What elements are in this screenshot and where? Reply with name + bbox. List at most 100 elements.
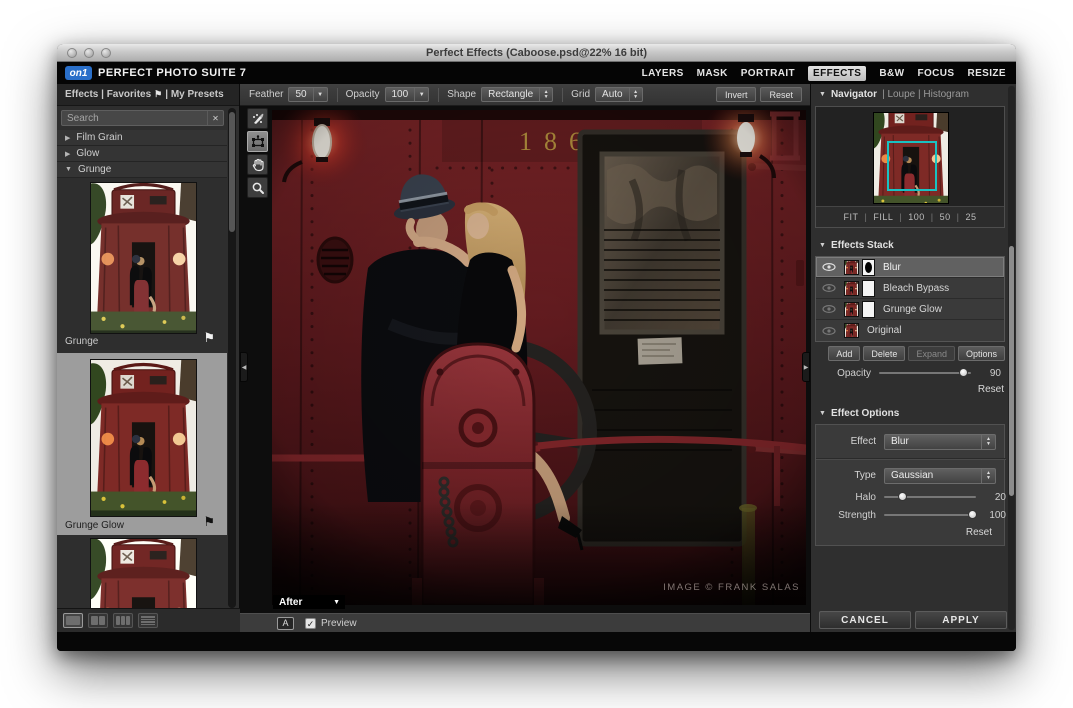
layer-mask-thumbnail[interactable] xyxy=(862,259,875,276)
shape-dropdown[interactable]: Rectangle ▲▼ xyxy=(481,87,553,102)
visibility-eye-icon[interactable] xyxy=(822,284,836,292)
navigator-alt-tabs[interactable]: | Loupe | Histogram xyxy=(882,89,969,100)
search-box[interactable]: ✕ xyxy=(61,110,224,126)
slider-thumb[interactable] xyxy=(959,368,968,377)
navigator-thumbnail[interactable] xyxy=(873,112,949,204)
collapse-right-panel-handle[interactable]: ▶ xyxy=(802,352,810,382)
stack-layer-grunge-glow[interactable]: Grunge Glow xyxy=(816,299,1004,320)
preset-thumbnail[interactable] xyxy=(90,182,197,334)
module-tab-resize[interactable]: RESIZE xyxy=(967,68,1006,79)
view-mode-three-column-icon[interactable] xyxy=(113,613,133,628)
zoom-fill[interactable]: FILL xyxy=(873,212,893,222)
zoom-100[interactable]: 100 xyxy=(908,212,925,222)
cancel-button[interactable]: CANCEL xyxy=(819,611,911,629)
zoom-tool[interactable] xyxy=(247,177,268,198)
preview-mode-dropdown[interactable]: After ▼ xyxy=(273,595,345,609)
feather-dropdown[interactable]: 50 ▼ xyxy=(288,87,327,102)
flag-icon[interactable]: ⚑ xyxy=(203,330,215,346)
layer-mask-thumbnail[interactable] xyxy=(862,280,875,297)
hand-icon xyxy=(251,158,265,172)
strength-slider[interactable] xyxy=(884,514,976,516)
apply-button[interactable]: APPLY xyxy=(915,611,1007,629)
navigator-title[interactable]: Navigator xyxy=(831,89,877,100)
collapse-left-panel-handle[interactable]: ◀ xyxy=(240,352,248,382)
preset-partial[interactable] xyxy=(57,536,227,608)
delete-effect-button[interactable]: Delete xyxy=(863,346,905,361)
view-mode-list-icon[interactable] xyxy=(138,613,158,628)
masking-bug-tool[interactable] xyxy=(247,131,268,152)
module-tab-focus[interactable]: FOCUS xyxy=(917,68,954,79)
stack-layer-bleach-bypass[interactable]: Bleach Bypass xyxy=(816,278,1004,299)
zoom-50[interactable]: 50 xyxy=(940,212,951,222)
zoom-fit[interactable]: FIT xyxy=(844,212,859,222)
photographer-watermark: IMAGE © FRANK SALAS xyxy=(663,582,800,593)
presets-tabstrip[interactable]: Effects | Favorites ⚑ | My Presets xyxy=(57,84,239,106)
scrollbar-thumb[interactable] xyxy=(229,112,235,232)
effect-dropdown[interactable]: Blur ▲▼ xyxy=(884,434,996,450)
preset-grunge[interactable]: Grunge ⚑ xyxy=(57,178,227,350)
halo-row: Halo 20 xyxy=(816,490,1006,504)
expand-effect-button[interactable]: Expand xyxy=(908,346,955,361)
type-dropdown[interactable]: Gaussian ▲▼ xyxy=(884,468,996,484)
invert-button[interactable]: Invert xyxy=(716,87,757,102)
preset-grunge-glow[interactable]: Grunge Glow ⚑ xyxy=(57,353,227,535)
compare-button[interactable]: A xyxy=(277,617,294,630)
opacity-slider[interactable] xyxy=(879,372,971,374)
main-photo[interactable]: 1869 xyxy=(272,110,806,605)
slider-thumb[interactable] xyxy=(898,492,907,501)
visibility-eye-icon[interactable] xyxy=(822,263,836,271)
halo-slider[interactable] xyxy=(884,496,976,498)
add-effect-button[interactable]: Add xyxy=(828,346,860,361)
preview-checkbox[interactable]: ✓ xyxy=(305,618,316,629)
clear-search-icon[interactable]: ✕ xyxy=(207,111,223,125)
options-reset-link[interactable]: Reset xyxy=(966,527,992,538)
effects-stack-header[interactable]: ▼ Effects Stack xyxy=(819,240,894,251)
category-grunge[interactable]: ▼ Grunge xyxy=(57,162,227,178)
grid-dropdown[interactable]: Auto ▲▼ xyxy=(595,87,643,102)
category-film-grain[interactable]: ▶ Film Grain xyxy=(57,130,227,146)
stack-layer-blur[interactable]: Blur xyxy=(816,257,1004,278)
control-panel: ▼ Navigator | Loupe | Histogram FIT | FI… xyxy=(810,84,1016,632)
scrollbar-thumb[interactable] xyxy=(1009,246,1014,496)
visibility-eye-icon[interactable] xyxy=(822,305,836,313)
pan-tool[interactable] xyxy=(247,154,268,175)
chevron-down-icon: ▼ xyxy=(819,91,826,98)
module-tab-portrait[interactable]: PORTRAIT xyxy=(741,68,795,79)
effect-value: Blur xyxy=(885,436,981,447)
effect-options-header[interactable]: ▼ Effect Options xyxy=(819,408,899,419)
tab-effects-favorites[interactable]: Effects | Favorites xyxy=(65,89,151,100)
zoom-25[interactable]: 25 xyxy=(965,212,976,222)
stack-layer-original[interactable]: Original xyxy=(816,320,1004,341)
module-tab-layers[interactable]: LAYERS xyxy=(642,68,684,79)
reset-mask-button[interactable]: Reset xyxy=(760,87,802,102)
navigator-header[interactable]: ▼ Navigator | Loupe | Histogram xyxy=(819,89,969,100)
navigator-viewport-rect[interactable] xyxy=(887,141,937,191)
module-tab-effects[interactable]: EFFECTS xyxy=(808,66,866,81)
options-effect-button[interactable]: Options xyxy=(958,346,1005,361)
sidebar-scrollbar[interactable] xyxy=(228,108,236,608)
module-tab-mask[interactable]: MASK xyxy=(697,68,728,79)
preset-thumbnail[interactable] xyxy=(90,538,197,608)
stepper-icon: ▲▼ xyxy=(981,469,995,483)
masking-brush-tool[interactable] xyxy=(247,108,268,129)
content-area: Effects | Favorites ⚑ | My Presets ✕ ▶ F… xyxy=(57,84,1016,632)
view-mode-two-column-icon[interactable] xyxy=(88,613,108,628)
module-tab-bw[interactable]: B&W xyxy=(879,68,904,79)
slider-thumb[interactable] xyxy=(968,510,977,519)
opacity-dropdown[interactable]: 100 ▼ xyxy=(385,87,430,102)
image-canvas[interactable]: 1869 xyxy=(240,106,810,613)
layer-mask-thumbnail[interactable] xyxy=(862,301,875,318)
stack-reset-link[interactable]: Reset xyxy=(978,384,1004,395)
grid-value: Auto xyxy=(596,89,629,100)
search-input[interactable] xyxy=(62,113,207,124)
category-glow[interactable]: ▶ Glow xyxy=(57,146,227,162)
type-value: Gaussian xyxy=(885,470,981,481)
preset-thumbnail[interactable] xyxy=(90,359,197,517)
visibility-eye-icon[interactable] xyxy=(822,327,836,335)
tab-my-presets[interactable]: | My Presets xyxy=(165,89,223,100)
view-mode-single-icon[interactable] xyxy=(63,613,83,628)
flag-icon[interactable]: ⚑ xyxy=(203,514,215,530)
panel-scrollbar[interactable] xyxy=(1008,86,1015,630)
module-nav: LAYERS MASK PORTRAIT EFFECTS B&W FOCUS R… xyxy=(642,66,1006,81)
type-row: Type Gaussian ▲▼ xyxy=(816,467,1006,484)
